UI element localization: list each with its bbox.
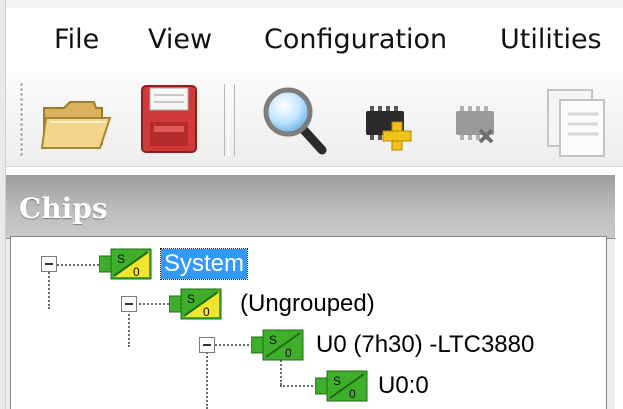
svg-text:S: S: [117, 252, 125, 266]
menu-configuration[interactable]: Configuration: [264, 24, 447, 55]
chip-group-icon: S 0: [169, 288, 222, 320]
toolbar: [6, 72, 623, 167]
tree-node-system[interactable]: System: [159, 248, 249, 280]
svg-text:S: S: [333, 374, 341, 388]
magnifier-icon: [263, 87, 327, 155]
save-button[interactable]: [130, 78, 208, 160]
svg-text:0: 0: [203, 305, 210, 319]
add-chip-icon: [366, 106, 412, 151]
toolbar-separator: [234, 84, 237, 156]
toolbar-separator: [224, 84, 229, 156]
tree-node-u0-ltc3880[interactable]: U0 (7h30) -LTC3880: [313, 330, 537, 360]
tree-connector: [128, 307, 130, 347]
panel-header: Chips: [6, 175, 615, 239]
collapse-toggle-u0[interactable]: [199, 337, 215, 353]
copy-button[interactable]: [538, 78, 616, 160]
panel-title: Chips: [19, 192, 108, 225]
add-chip-button[interactable]: [352, 78, 430, 160]
open-button[interactable]: [36, 78, 114, 160]
svg-text:0: 0: [349, 387, 356, 401]
tree-connector: [48, 269, 50, 309]
tree-node-u0-0[interactable]: U0:0: [375, 371, 432, 401]
remove-chip-icon: [456, 106, 494, 144]
copy-document-icon: [547, 89, 605, 157]
menu-utilities[interactable]: Utilities: [500, 24, 602, 55]
tree-connector: [135, 303, 173, 305]
collapse-toggle-ungrouped[interactable]: [121, 296, 137, 312]
open-folder-icon: [40, 101, 112, 149]
save-disk-icon: [141, 85, 197, 153]
svg-text:S: S: [187, 292, 195, 306]
chip-tree[interactable]: S 0 System S 0 (Ungrouped) S 0 U0 (7h30)…: [10, 236, 607, 409]
menu-file[interactable]: File: [54, 24, 99, 55]
toolbar-grip[interactable]: [20, 82, 23, 156]
window-top-edge: [0, 0, 623, 8]
chip-channel-icon: S 0: [315, 370, 368, 402]
remove-chip-button[interactable]: [438, 78, 516, 160]
chip-device-icon: S 0: [251, 329, 304, 361]
chip-group-icon: S 0: [99, 248, 152, 280]
menu-bar: File View Configuration Utilities: [6, 8, 623, 72]
svg-text:S: S: [269, 333, 277, 347]
collapse-toggle-system[interactable]: [41, 256, 57, 272]
svg-text:0: 0: [133, 265, 140, 279]
svg-text:0: 0: [285, 346, 292, 360]
menu-view[interactable]: View: [148, 24, 212, 55]
search-button[interactable]: [256, 78, 334, 160]
tree-connector: [206, 349, 208, 409]
tree-node-ungrouped[interactable]: (Ungrouped): [237, 289, 378, 319]
